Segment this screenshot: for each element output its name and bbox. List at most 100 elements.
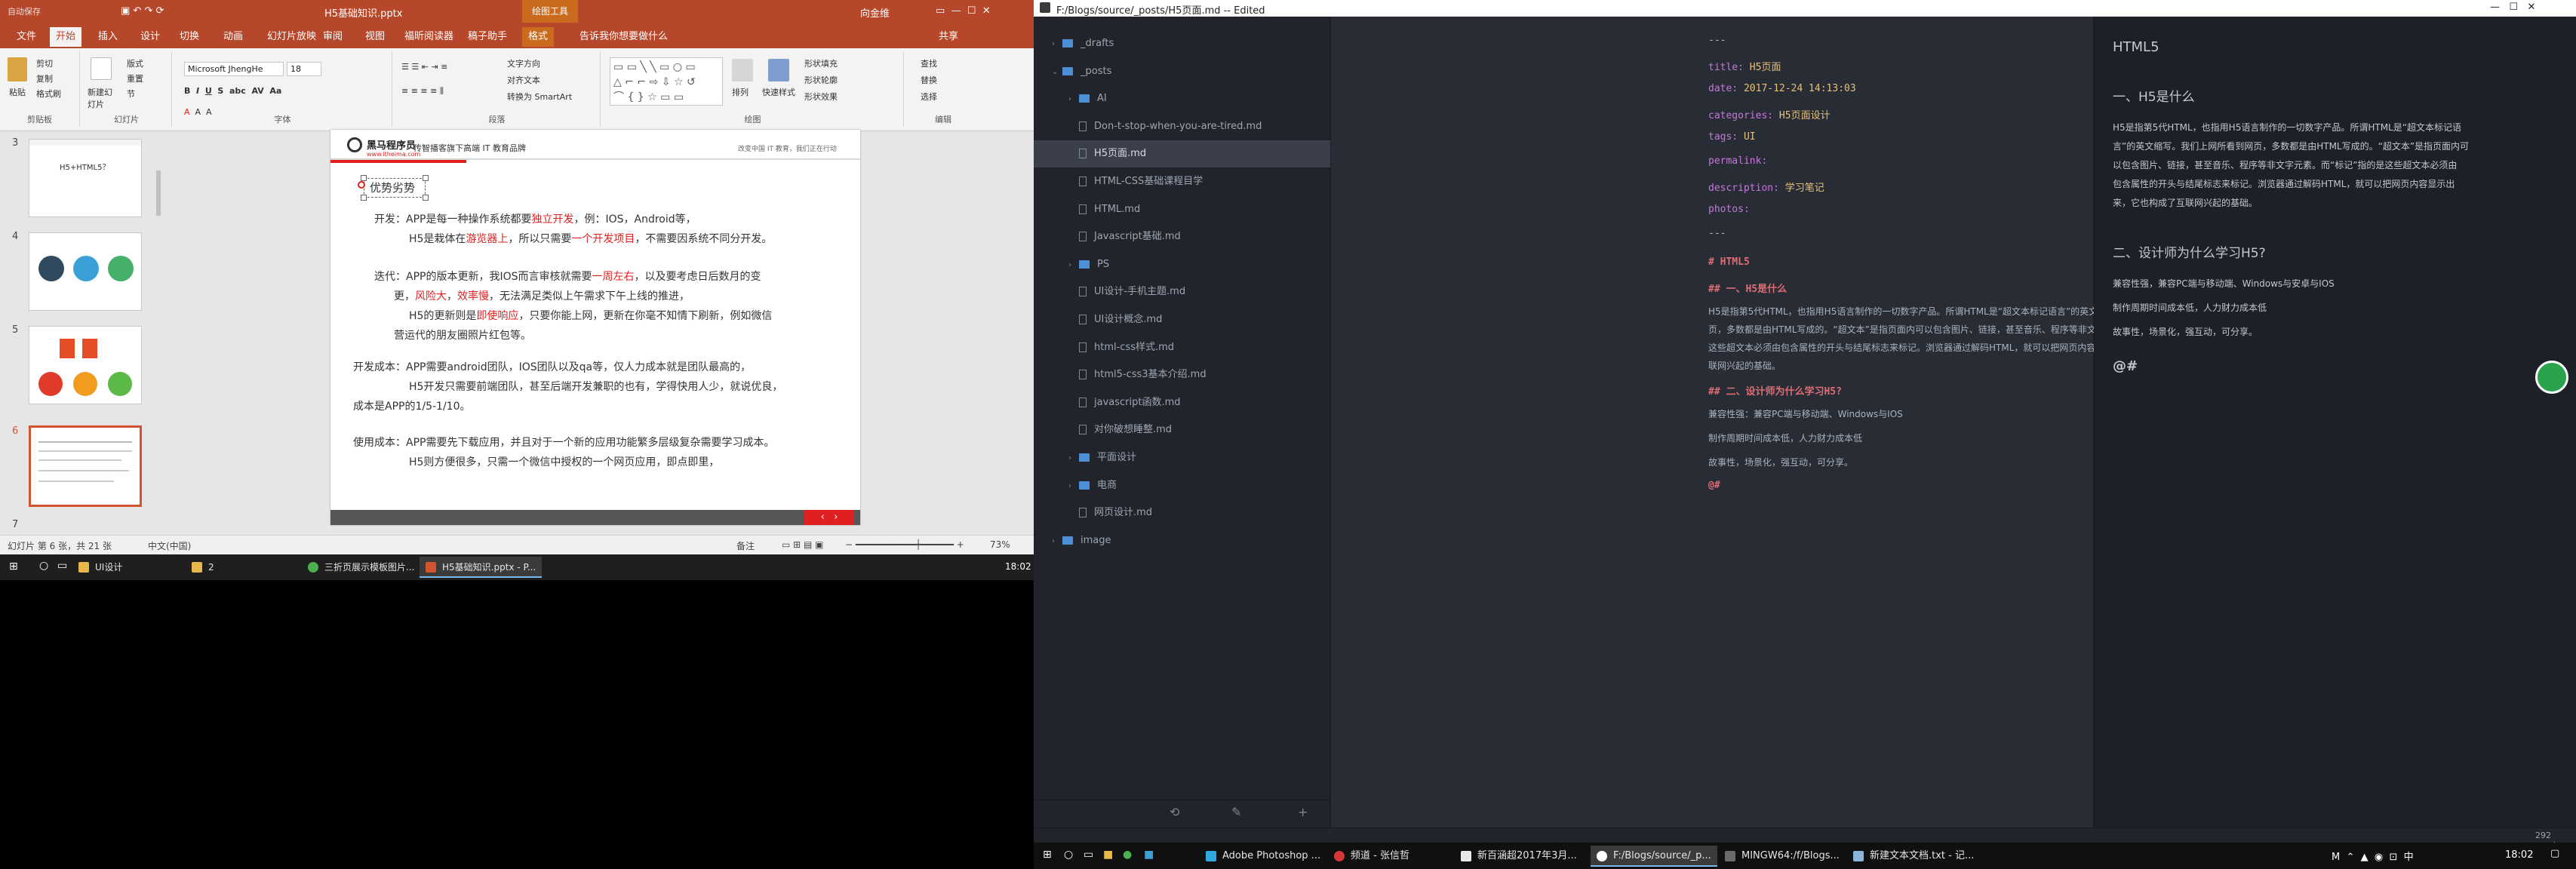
- refresh-icon[interactable]: ⟲: [1170, 805, 1179, 819]
- align-buttons[interactable]: ≡ ≡ ≡ ≡ ⫼: [401, 86, 444, 97]
- slide-thumbnail[interactable]: [29, 232, 142, 311]
- windows-start-icon[interactable]: ⊞: [1043, 849, 1052, 861]
- source-heading[interactable]: # HTML5: [1708, 256, 1750, 268]
- slide-nav-arrows[interactable]: ‹ ›: [804, 510, 854, 525]
- zoom-slider[interactable]: − ━━━━━━━━━━━┿━━━━━━ +: [845, 539, 964, 550]
- window-controls[interactable]: ▭ — ☐ ✕: [936, 5, 991, 17]
- chevron-icon[interactable]: ›: [1068, 86, 1079, 113]
- bullets-button[interactable]: ☰ ☰ ⇤ ⇥ ≡: [401, 62, 447, 72]
- slide-thumbnail[interactable]: H5+HTML5？: [29, 139, 142, 217]
- tree-file[interactable]: UI设计-手机主题.md: [1034, 278, 1330, 306]
- slide-thumbnail-selected[interactable]: [29, 425, 142, 507]
- resize-handle[interactable]: [423, 195, 429, 201]
- taskbar-clock[interactable]: 18:02: [2505, 849, 2533, 861]
- source-list-line[interactable]: 故事性，场景化，强互动，可分享。: [1708, 456, 1853, 468]
- ribbon-tab[interactable]: 切换: [174, 27, 205, 47]
- tree-file[interactable]: HTML.md: [1034, 196, 1330, 223]
- share-button[interactable]: 共享: [933, 27, 964, 47]
- reset-button[interactable]: 重置: [127, 72, 143, 84]
- ribbon-tab[interactable]: 稿子助手: [462, 27, 513, 47]
- notification-icon[interactable]: ▢: [2550, 848, 2559, 859]
- front-matter-line[interactable]: title: H5页面: [1708, 59, 1781, 73]
- tree-file[interactable]: HTML-CSS基础课程目学: [1034, 168, 1330, 195]
- front-matter-line[interactable]: date: 2017-12-24 14:13:03: [1708, 83, 1856, 94]
- front-matter-line[interactable]: ---: [1708, 228, 1726, 239]
- tree-file[interactable]: html-css样式.md: [1034, 334, 1330, 361]
- format-painter-button[interactable]: 格式刷: [36, 88, 61, 100]
- chrome-icon[interactable]: ●: [1123, 849, 1132, 861]
- taskbar-item[interactable]: 三折页展示模板图片...: [302, 557, 420, 578]
- slide-thumbnail[interactable]: [29, 326, 142, 404]
- tree-folder[interactable]: › PS: [1034, 251, 1330, 278]
- tree-folder[interactable]: › image: [1034, 527, 1330, 554]
- ribbon-tab[interactable]: 幻灯片放映: [261, 27, 322, 47]
- shape-fill-button[interactable]: 形状填充: [804, 57, 838, 69]
- tree-folder[interactable]: › 电商: [1034, 472, 1330, 499]
- taskbar-item[interactable]: 新百涵超2017年3月...: [1455, 846, 1583, 867]
- tree-folder[interactable]: ⌄ _posts: [1034, 58, 1330, 85]
- quick-styles-button[interactable]: 快速样式: [762, 86, 795, 98]
- ribbon-tab[interactable]: 视图: [359, 27, 391, 47]
- paste-button[interactable]: 粘贴: [9, 86, 26, 98]
- font-size-select[interactable]: 18: [287, 62, 321, 76]
- zoom-level[interactable]: 73%: [990, 539, 1010, 550]
- thumbnail-scrollbar[interactable]: [153, 131, 164, 531]
- section-button[interactable]: 节: [127, 88, 135, 100]
- front-matter-line[interactable]: tags: UI: [1708, 131, 1756, 143]
- ribbon-tab[interactable]: 审阅: [317, 27, 349, 47]
- ribbon-tab[interactable]: 文件: [11, 27, 42, 47]
- source-heading[interactable]: ## 二、设计师为什么学习H5?: [1708, 383, 1842, 398]
- wifi-float-icon[interactable]: [2535, 361, 2568, 394]
- cut-button[interactable]: 剪切: [36, 57, 53, 69]
- taskbar-item[interactable]: 新建文本文档.txt - 记...: [1847, 846, 1980, 867]
- source-list-line[interactable]: 兼容性强：兼容PC端与移动端、Windows与IOS: [1708, 407, 1903, 420]
- chevron-icon[interactable]: ›: [1052, 528, 1062, 555]
- tree-file[interactable]: Javascript基础.md: [1034, 223, 1330, 250]
- system-tray-icons[interactable]: M ⌃ ▲ ◉ ⊡ 中: [2332, 849, 2414, 863]
- source-heading[interactable]: ## 一、H5是什么: [1708, 281, 1787, 295]
- pencil-icon[interactable]: ✎: [1231, 805, 1241, 819]
- quick-styles-icon[interactable]: [768, 59, 789, 81]
- source-cursor-line[interactable]: @#: [1708, 480, 1720, 491]
- tree-file[interactable]: javascript函数.md: [1034, 389, 1330, 416]
- view-buttons[interactable]: ▭ ⊞ ▤ ▣: [782, 539, 824, 550]
- tree-file[interactable]: 对你破想睡整.md: [1034, 416, 1330, 444]
- resize-handle[interactable]: [361, 175, 367, 181]
- replace-button[interactable]: 替换: [921, 74, 937, 86]
- front-matter-line[interactable]: permalink:: [1708, 155, 1767, 167]
- chevron-icon[interactable]: ›: [1052, 31, 1062, 58]
- explorer-icon[interactable]: ■: [1103, 849, 1113, 861]
- tree-file[interactable]: H5页面.md: [1034, 140, 1330, 168]
- front-matter-line[interactable]: description: 学习笔记: [1708, 180, 1824, 194]
- ribbon-tab[interactable]: 开始: [50, 27, 82, 47]
- task-view-icon[interactable]: ▭: [1084, 849, 1093, 861]
- tree-file[interactable]: 网页设计.md: [1034, 499, 1330, 527]
- task-view-icon[interactable]: ▭: [57, 560, 67, 572]
- ribbon-tab[interactable]: 插入: [92, 27, 124, 47]
- taskbar-item-active[interactable]: F:/Blogs/source/_p...: [1591, 846, 1717, 867]
- taskbar-item[interactable]: MINGW64:/f/Blogs...: [1719, 846, 1846, 867]
- arrange-icon[interactable]: [732, 59, 753, 81]
- tree-file[interactable]: html5-css3基本介绍.md: [1034, 361, 1330, 388]
- shape-effects-button[interactable]: 形状效果: [804, 91, 838, 103]
- autosave-label[interactable]: 自动保存: [8, 5, 41, 17]
- shape-outline-button[interactable]: 形状轮廓: [804, 74, 838, 86]
- add-icon[interactable]: +: [1298, 805, 1308, 819]
- taskbar-clock[interactable]: 18:02: [1005, 561, 1031, 572]
- tree-folder[interactable]: › AI: [1034, 85, 1330, 112]
- align-text-button[interactable]: 对齐文本: [507, 74, 540, 86]
- ribbon-tab[interactable]: 福昕阅读器: [398, 27, 460, 47]
- font-name-select[interactable]: Microsoft JhengHe: [184, 62, 284, 76]
- window-controls[interactable]: — ☐ ✕: [2490, 2, 2535, 13]
- taskbar-item[interactable]: 2: [186, 557, 220, 578]
- bold-button[interactable]: B I U S abc AV Aa: [184, 86, 281, 96]
- save-icon[interactable]: ▣ ↶ ↷ ⟳: [121, 5, 164, 17]
- chevron-icon[interactable]: ›: [1068, 252, 1079, 279]
- resize-handle[interactable]: [423, 175, 429, 181]
- paste-icon[interactable]: [8, 57, 27, 81]
- taskbar-item[interactable]: Adobe Photoshop ...: [1200, 846, 1326, 867]
- text-direction-button[interactable]: 文字方向: [507, 57, 540, 69]
- user-name[interactable]: 向金维: [860, 5, 890, 20]
- source-list-line[interactable]: 制作周期时间成本低，人力财力成本低: [1708, 431, 1862, 444]
- windows-start-icon[interactable]: ⊞: [9, 560, 18, 573]
